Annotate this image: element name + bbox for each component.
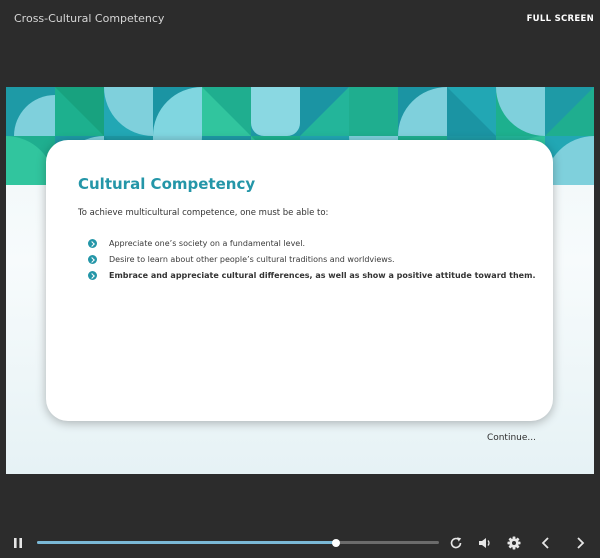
settings-icon[interactable] <box>506 535 522 551</box>
bullet-item: Desire to learn about other people’s cul… <box>88 254 535 270</box>
progress-handle[interactable] <box>332 538 341 547</box>
progress-fill <box>37 541 337 544</box>
replay-icon[interactable] <box>448 535 464 551</box>
slide-intro: To achieve multicultural competence, one… <box>78 208 329 218</box>
slide-title: Cultural Competency <box>78 175 256 193</box>
content-card: Cultural Competency To achieve multicult… <box>46 140 553 421</box>
progress-bar[interactable] <box>37 538 439 547</box>
bullet-text: Desire to learn about other people’s cul… <box>109 255 395 264</box>
chevron-right-circle-icon <box>88 255 97 264</box>
bullet-list: Appreciate one’s society on a fundamenta… <box>88 238 535 286</box>
chevron-right-circle-icon <box>88 271 97 280</box>
slide-stage: Cultural Competency To achieve multicult… <box>6 87 594 474</box>
fullscreen-button[interactable]: FULL SCREEN <box>527 14 594 24</box>
chevron-right-circle-icon <box>88 239 97 248</box>
bullet-text: Embrace and appreciate cultural differen… <box>109 271 536 280</box>
previous-icon[interactable] <box>538 535 554 551</box>
bullet-item: Embrace and appreciate cultural differen… <box>88 270 535 286</box>
bullet-text: Appreciate one’s society on a fundamenta… <box>109 239 305 248</box>
course-title: Cross-Cultural Competency <box>14 12 165 25</box>
pause-icon[interactable] <box>10 535 26 551</box>
player-controls <box>0 528 600 558</box>
top-bar: Cross-Cultural Competency FULL SCREEN <box>0 0 600 40</box>
bullet-item: Appreciate one’s society on a fundamenta… <box>88 238 535 254</box>
next-icon[interactable] <box>572 535 588 551</box>
continue-link[interactable]: Continue... <box>487 433 536 443</box>
volume-icon[interactable] <box>477 535 493 551</box>
